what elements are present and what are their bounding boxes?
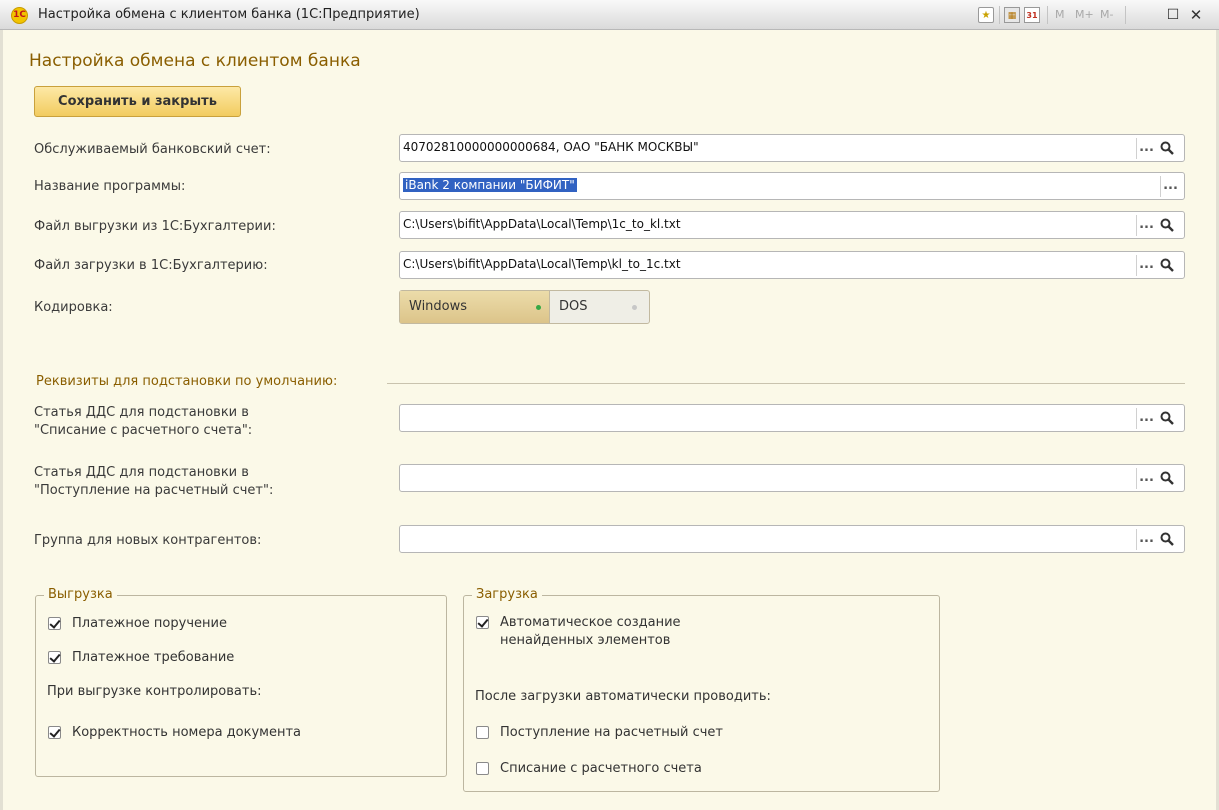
export-file-value: C:\Users\bifit\AppData\Local\Temp\1c_to_…: [403, 217, 681, 231]
save-and-close-button[interactable]: Сохранить и закрыть: [34, 86, 241, 117]
bank-account-field[interactable]: 40702810000000000684, ОАО "БАНК МОСКВЫ" …: [399, 134, 1185, 162]
program-name-field[interactable]: iBank 2 компании "БИФИТ" ...: [399, 172, 1185, 200]
toolbar-separator: [1125, 6, 1126, 24]
import-file-label: Файл загрузки в 1С:Бухгалтерию:: [34, 258, 268, 273]
new-contractors-select-button[interactable]: ...: [1136, 529, 1156, 550]
window-title: Настройка обмена с клиентом банка (1С:Пр…: [38, 7, 420, 22]
memory-plus-button[interactable]: M+: [1075, 7, 1094, 23]
form-title: Настройка обмена с клиентом банка: [29, 51, 361, 71]
search-icon[interactable]: [1157, 138, 1177, 159]
writeoff-autopost-label: Списание с расчетного счета: [500, 761, 702, 776]
section-divider: [387, 383, 1185, 384]
program-name-label: Название программы:: [34, 179, 186, 194]
cash-flow-receipt-label-line1: Статья ДДС для подстановки в: [34, 465, 249, 480]
program-name-select-button[interactable]: ...: [1160, 176, 1180, 197]
cash-flow-writeoff-field[interactable]: ...: [399, 404, 1185, 432]
payment-order-checkbox[interactable]: [48, 617, 61, 630]
payment-order-label: Платежное поручение: [72, 616, 227, 631]
maximize-icon[interactable]: ☐: [1166, 7, 1180, 23]
window-left-border: [0, 30, 3, 810]
calendar-icon[interactable]: 31: [1024, 7, 1040, 23]
payment-request-label: Платежное требование: [72, 650, 235, 665]
payment-request-checkbox[interactable]: [48, 651, 61, 664]
encoding-option-windows[interactable]: Windows: [400, 291, 550, 323]
bank-account-value: 40702810000000000684, ОАО "БАНК МОСКВЫ": [403, 140, 699, 154]
doc-number-check-checkbox[interactable]: [48, 726, 61, 739]
auto-create-label-line2: ненайденных элементов: [500, 633, 671, 648]
bank-account-select-button[interactable]: ...: [1136, 138, 1156, 159]
search-icon[interactable]: [1157, 215, 1177, 236]
app-logo-icon: 1С: [11, 7, 28, 24]
toolbar-separator: [1047, 6, 1048, 24]
memory-m-button[interactable]: M: [1055, 7, 1065, 23]
auto-create-label-line1: Автоматическое создание: [500, 615, 681, 630]
favorite-icon[interactable]: ★: [978, 7, 994, 23]
export-file-label: Файл выгрузки из 1С:Бухгалтерии:: [34, 219, 276, 234]
new-contractors-field[interactable]: ...: [399, 525, 1185, 553]
receipt-autopost-label: Поступление на расчетный счет: [500, 725, 723, 740]
import-file-field[interactable]: C:\Users\bifit\AppData\Local\Temp\kl_to_…: [399, 251, 1185, 279]
auto-post-label: После загрузки автоматически проводить:: [475, 689, 771, 704]
export-file-select-button[interactable]: ...: [1136, 215, 1156, 236]
encoding-label: Кодировка:: [34, 300, 113, 315]
memory-minus-button[interactable]: M-: [1100, 7, 1113, 23]
auto-create-checkbox[interactable]: [476, 616, 489, 629]
cash-flow-writeoff-select-button[interactable]: ...: [1136, 408, 1156, 429]
search-icon[interactable]: [1157, 255, 1177, 276]
program-name-value: iBank 2 компании "БИФИТ": [403, 178, 577, 192]
export-group-title: Выгрузка: [44, 587, 117, 603]
new-contractors-label: Группа для новых контрагентов:: [34, 533, 262, 548]
bank-account-label: Обслуживаемый банковский счет:: [34, 142, 271, 157]
search-icon[interactable]: [1157, 468, 1177, 489]
writeoff-autopost-checkbox[interactable]: [476, 762, 489, 775]
close-icon[interactable]: ✕: [1188, 7, 1204, 23]
selected-indicator-icon: [536, 305, 541, 310]
export-control-label: При выгрузке контролировать:: [47, 684, 262, 699]
defaults-section-title: Реквизиты для подстановки по умолчанию:: [36, 374, 338, 389]
search-icon[interactable]: [1157, 408, 1177, 429]
import-group-title: Загрузка: [472, 587, 542, 603]
import-file-value: C:\Users\bifit\AppData\Local\Temp\kl_to_…: [403, 257, 681, 271]
cash-flow-receipt-label-line2: "Поступление на расчетный счет":: [34, 483, 274, 498]
import-group: Загрузка Автоматическое создание ненайде…: [463, 587, 940, 792]
calculator-icon[interactable]: ▦: [1004, 7, 1020, 23]
receipt-autopost-checkbox[interactable]: [476, 726, 489, 739]
search-icon[interactable]: [1157, 529, 1177, 550]
toolbar-separator: [999, 6, 1000, 24]
unselected-indicator-icon: [632, 305, 637, 310]
doc-number-check-label: Корректность номера документа: [72, 725, 302, 740]
cash-flow-writeoff-label-line2: "Списание с расчетного счета":: [34, 423, 253, 438]
export-group: Выгрузка Платежное поручение Платежное т…: [35, 587, 447, 777]
export-file-field[interactable]: C:\Users\bifit\AppData\Local\Temp\1c_to_…: [399, 211, 1185, 239]
encoding-switch[interactable]: Windows DOS: [399, 290, 650, 324]
import-file-select-button[interactable]: ...: [1136, 255, 1156, 276]
cash-flow-receipt-select-button[interactable]: ...: [1136, 468, 1156, 489]
cash-flow-receipt-field[interactable]: ...: [399, 464, 1185, 492]
window-titlebar: 1С Настройка обмена с клиентом банка (1С…: [0, 0, 1219, 30]
cash-flow-writeoff-label-line1: Статья ДДС для подстановки в: [34, 405, 249, 420]
